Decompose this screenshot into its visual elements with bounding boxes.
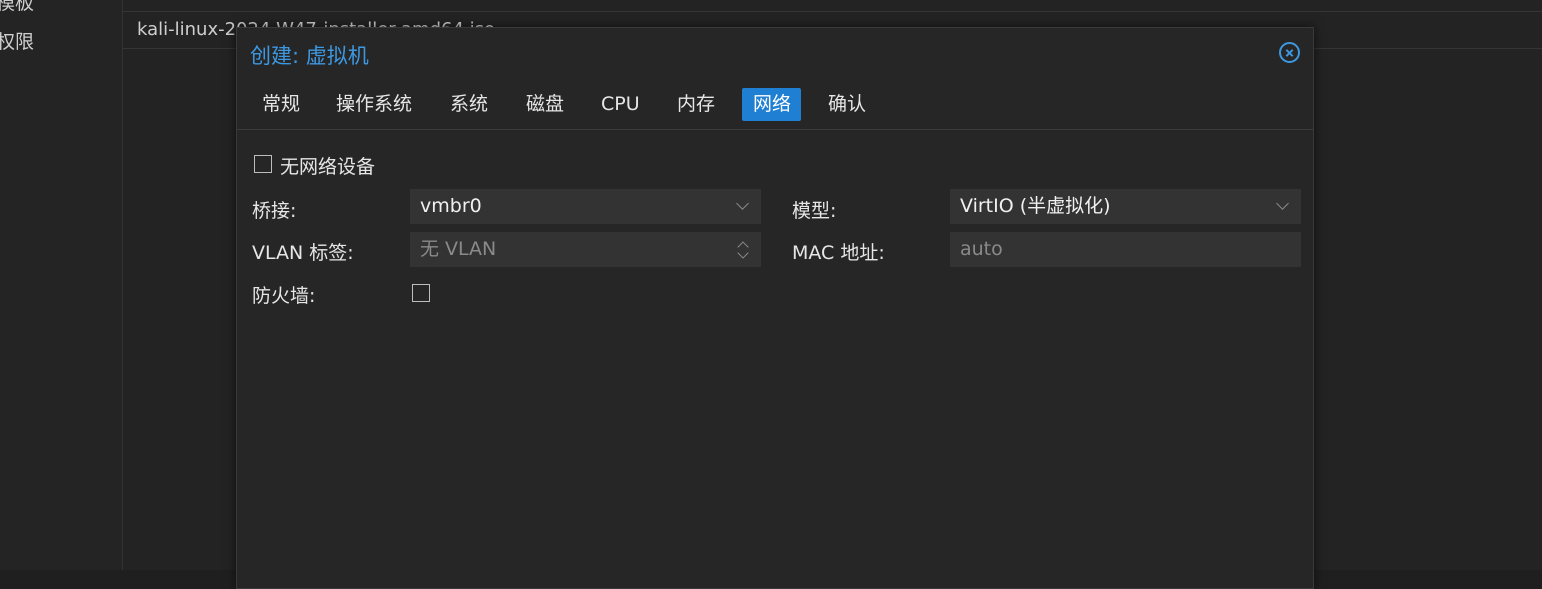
- chevron-down-icon[interactable]: [736, 197, 749, 210]
- create-vm-dialog: 创建: 虚拟机 常规 操作系统 系统 磁盘 CPU 内存 网络 确认 无网络设备…: [236, 27, 1314, 589]
- mac-address-input[interactable]: auto: [950, 232, 1301, 267]
- model-select[interactable]: VirtIO (半虚拟化): [950, 189, 1301, 224]
- tab-system[interactable]: 系统: [439, 88, 499, 121]
- vlan-label: VLAN 标签:: [252, 242, 354, 264]
- vlan-tag-input[interactable]: 无 VLAN: [410, 232, 761, 267]
- firewall-checkbox[interactable]: [412, 284, 430, 302]
- sidebar-item-label: 权限: [0, 31, 35, 53]
- tab-memory[interactable]: 内存: [666, 88, 726, 121]
- mac-address-label: MAC 地址:: [792, 242, 885, 264]
- bridge-value: vmbr0: [420, 195, 482, 217]
- tab-cpu[interactable]: CPU: [590, 88, 651, 121]
- tab-network[interactable]: 网络: [742, 88, 801, 121]
- tab-divider: [237, 129, 1313, 130]
- model-value: VirtIO (半虚拟化): [960, 195, 1111, 217]
- no-network-label: 无网络设备: [280, 156, 376, 178]
- model-label: 模型:: [792, 200, 837, 222]
- bridge-label: 桥接:: [252, 200, 297, 222]
- sidebar-item-label: 模板: [0, 0, 35, 14]
- chevron-down-icon[interactable]: [1276, 197, 1289, 210]
- sidebar-item-template[interactable]: 模板: [0, 0, 34, 15]
- tab-confirm[interactable]: 确认: [817, 88, 877, 121]
- sidebar-item-permissions[interactable]: 权限: [0, 27, 34, 54]
- bridge-select[interactable]: vmbr0: [410, 189, 761, 224]
- close-circle-icon[interactable]: [1279, 42, 1300, 63]
- vlan-placeholder: 无 VLAN: [420, 238, 497, 260]
- tab-disk[interactable]: 磁盘: [515, 88, 575, 121]
- no-network-checkbox[interactable]: [254, 155, 272, 173]
- left-navigation-panel: 模板 权限: [0, 0, 123, 570]
- mac-placeholder: auto: [960, 238, 1003, 260]
- firewall-label: 防火墙:: [252, 285, 316, 307]
- tab-os[interactable]: 操作系统: [325, 88, 423, 121]
- tab-general[interactable]: 常规: [251, 88, 311, 121]
- dialog-title: 创建: 虚拟机: [250, 44, 369, 68]
